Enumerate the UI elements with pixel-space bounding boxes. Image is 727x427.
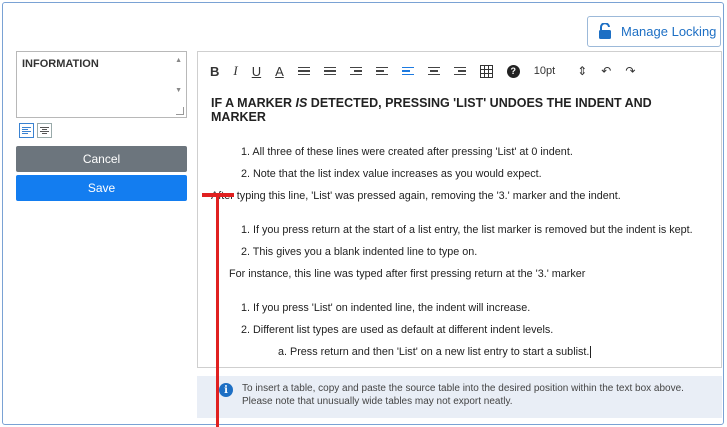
font-size-arrows-icon[interactable]: ⇕ — [577, 64, 587, 78]
editor-heading: IF A MARKER IS DETECTED, PRESSING 'LIST'… — [211, 96, 652, 124]
sidebar: INFORMATION ▲ ▼ Cancel Save — [16, 51, 187, 201]
text-caret — [590, 346, 592, 359]
list-item: 2. Different list types are used as defa… — [241, 324, 554, 336]
unlock-icon — [599, 23, 611, 39]
text-align-group — [19, 123, 187, 138]
scroll-up-icon[interactable]: ▲ — [175, 57, 182, 64]
font-color-button[interactable]: A — [275, 64, 284, 79]
font-size-select[interactable]: 10pt — [534, 65, 555, 77]
note-text: To insert a table, copy and paste the so… — [242, 383, 684, 407]
align-center-icon[interactable] — [37, 123, 52, 138]
undo-icon[interactable]: ↶ — [601, 64, 611, 78]
information-label: INFORMATION — [22, 58, 99, 70]
align-left-icon[interactable] — [19, 123, 34, 138]
editor-content[interactable]: IF A MARKER IS DETECTED, PRESSING 'LIST'… — [198, 90, 721, 369]
manage-locking-label: Manage Locking — [621, 24, 717, 39]
information-field[interactable]: INFORMATION ▲ ▼ — [16, 51, 187, 118]
editor-toolbar: B I U A ? 10pt ⇕ ↶ ↷ — [198, 52, 721, 90]
manage-locking-button[interactable]: Manage Locking — [587, 16, 721, 47]
list-item: 2. Note that the list index value increa… — [241, 168, 542, 180]
help-icon[interactable]: ? — [506, 64, 520, 78]
scroll-down-icon[interactable]: ▼ — [175, 87, 182, 94]
list-item: 1. All three of these lines were created… — [241, 146, 573, 158]
save-button[interactable]: Save — [16, 175, 187, 201]
sublist-item: a. Press return and then 'List' on a new… — [278, 346, 592, 359]
list-item: 2. This gives you a blank indented line … — [241, 246, 478, 258]
align-center-toolbar-icon[interactable] — [427, 66, 440, 76]
indent-icon[interactable] — [375, 66, 388, 76]
underline-button[interactable]: U — [252, 64, 261, 79]
rich-text-editor[interactable]: B I U A ? 10pt ⇕ ↶ ↷ IF A MARKER IS DETE… — [197, 51, 722, 368]
table-icon[interactable] — [479, 64, 493, 78]
numbered-list-icon[interactable] — [297, 66, 310, 76]
bullet-list-icon[interactable] — [323, 66, 336, 76]
italic-button[interactable]: I — [233, 63, 237, 79]
list-item: 1. If you press 'List' on indented line,… — [241, 302, 531, 314]
cancel-button[interactable]: Cancel — [16, 146, 187, 172]
annotation-marker-stem — [216, 197, 219, 427]
info-icon: i — [219, 383, 233, 397]
paragraph: After typing this line, 'List' was press… — [211, 190, 621, 202]
paragraph: For instance, this line was typed after … — [229, 268, 586, 280]
align-right-toolbar-icon[interactable] — [453, 66, 466, 76]
table-help-note: i To insert a table, copy and paste the … — [197, 376, 722, 418]
resize-handle-icon[interactable] — [176, 107, 184, 115]
bold-button[interactable]: B — [210, 64, 219, 79]
list-item: 1. If you press return at the start of a… — [241, 224, 693, 236]
redo-icon[interactable]: ↷ — [625, 64, 635, 78]
outdent-icon[interactable] — [349, 66, 362, 76]
align-left-toolbar-icon[interactable] — [401, 66, 414, 76]
